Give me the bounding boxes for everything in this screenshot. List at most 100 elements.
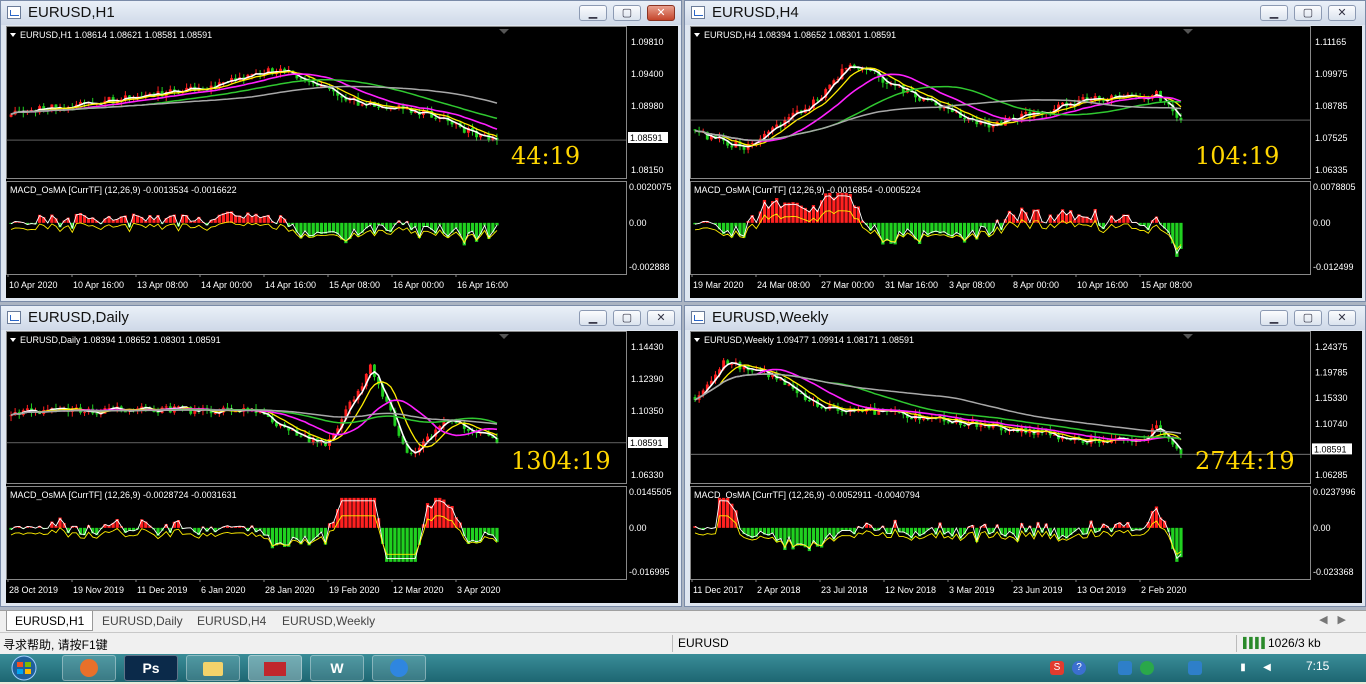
macd-indicator-label: MACD_OsMA [CurrTF] (12,26,9) -0.0028724 … (10, 490, 237, 500)
ma-magenta-line (11, 74, 497, 129)
macd-histogram-bar (840, 193, 843, 223)
maximize-icon[interactable]: ▢ (1294, 310, 1322, 326)
candle-body (751, 143, 754, 144)
status-help: 寻求帮助, 请按F1键 (3, 636, 108, 653)
candle-body (816, 100, 819, 101)
time-axis-label: 16 Apr 16:00 (457, 280, 508, 290)
tray-sogou-icon[interactable]: S (1050, 661, 1064, 675)
chart-area[interactable]: EURUSD,Daily 1.08394 1.08652 1.08301 1.0… (6, 331, 678, 603)
candle-body (226, 408, 229, 409)
start-orb-icon[interactable] (4, 654, 44, 682)
close-icon[interactable]: ✕ (647, 5, 675, 21)
triangle-down-icon (10, 338, 16, 342)
time-axis-label: 27 Mar 00:00 (821, 280, 874, 290)
chart-area[interactable]: EURUSD,H4 1.08394 1.08652 1.08301 1.0859… (690, 26, 1362, 298)
candle-body (1024, 112, 1027, 114)
price-axis-label: 1.06335 (1315, 165, 1348, 175)
time-axis-label: 19 Mar 2020 (693, 280, 744, 290)
minimize-icon[interactable]: ▁ (579, 310, 607, 326)
macd-histogram-bar (779, 528, 782, 540)
macd-histogram-bar (804, 528, 807, 547)
window-titlebar[interactable]: EURUSD,Daily ▁ ▢ ✕ (1, 306, 681, 330)
minimize-icon[interactable]: ▁ (1260, 310, 1288, 326)
macd-histogram-bar (885, 223, 888, 241)
price-axis-label: 1.14430 (631, 342, 664, 352)
candle-body (300, 78, 303, 79)
maximize-icon[interactable]: ▢ (613, 5, 641, 21)
close-icon[interactable]: ✕ (1328, 5, 1356, 21)
chart-window-h1[interactable]: EURUSD,H1 ▁ ▢ ✕ EURUSD,H1 1.08614 1.0862… (0, 0, 682, 302)
macd-histogram-bar (495, 223, 498, 226)
chart-area[interactable]: EURUSD,Weekly 1.09477 1.09914 1.08171 1.… (690, 331, 1362, 603)
macd-histogram-bar (410, 528, 413, 562)
time-axis-label: 15 Apr 08:00 (1141, 280, 1192, 290)
time-axis-label: 10 Apr 16:00 (73, 280, 124, 290)
time-axis-label: 12 Mar 2020 (393, 585, 444, 595)
window-titlebar[interactable]: EURUSD,H4 ▁ ▢ ✕ (685, 1, 1365, 25)
tab-eurusd-weekly[interactable]: EURUSD,Weekly (274, 611, 383, 631)
candle-body (83, 412, 86, 413)
minimize-icon[interactable]: ▁ (1260, 5, 1288, 21)
chart-area[interactable]: EURUSD,H1 1.08614 1.08621 1.08581 1.0859… (6, 26, 678, 298)
tray-help-icon[interactable]: ? (1072, 661, 1086, 675)
tray-volume-icon[interactable]: ◀ (1260, 661, 1274, 675)
chart-window-weekly[interactable]: EURUSD,Weekly ▁ ▢ ✕ EURUSD,Weekly 1.0947… (684, 305, 1366, 607)
price-axis-label: 1.09810 (631, 37, 664, 47)
pane-grab-marker (499, 29, 509, 34)
macd-histogram-bar (471, 223, 474, 232)
taskbar-app-folder-icon[interactable] (186, 655, 240, 681)
taskbar-app-wps[interactable]: W (310, 655, 364, 681)
tab-scroll-right[interactable]: ▶ (1338, 614, 1356, 626)
macd-histogram-bar (812, 528, 815, 542)
macd-histogram-bar (389, 528, 392, 562)
candle-body (947, 421, 950, 422)
price-axis-label: 1.09400 (631, 69, 664, 79)
tab-scroll-left[interactable]: ◀ (1319, 614, 1337, 626)
candle-body (788, 385, 791, 386)
time-axis-label: 12 Nov 2018 (885, 585, 936, 595)
symbol-info-label: EURUSD,H4 1.08394 1.08652 1.08301 1.0859… (704, 30, 896, 40)
chart-window-h4[interactable]: EURUSD,H4 ▁ ▢ ✕ EURUSD,H4 1.08394 1.0865… (684, 0, 1366, 302)
tray-signal-icon[interactable]: ▮ (1236, 661, 1250, 675)
macd-histogram-bar (275, 528, 278, 546)
macd-axis-label: 0.00 (629, 523, 647, 533)
time-axis-label: 19 Nov 2019 (73, 585, 124, 595)
taskbar-app-firefox-icon[interactable] (62, 655, 116, 681)
tray-network-icon[interactable] (1118, 661, 1132, 675)
time-axis-label: 19 Feb 2020 (329, 585, 380, 595)
time-axis-label: 3 Apr 2020 (457, 585, 501, 595)
tab-eurusd-h1[interactable]: EURUSD,H1 (6, 611, 93, 631)
close-icon[interactable]: ✕ (1328, 310, 1356, 326)
candle-body (1061, 103, 1064, 105)
macd-axis-label: 0.0020075 (629, 182, 672, 192)
tray-wechat-icon[interactable] (1140, 661, 1154, 675)
close-icon[interactable]: ✕ (647, 310, 675, 326)
window-titlebar[interactable]: EURUSD,Weekly ▁ ▢ ✕ (685, 306, 1365, 330)
tab-eurusd-daily[interactable]: EURUSD,Daily (94, 611, 191, 631)
maximize-icon[interactable]: ▢ (613, 310, 641, 326)
minimize-icon[interactable]: ▁ (579, 5, 607, 21)
price-axis-label: 1.15330 (1315, 393, 1348, 403)
taskbar-app-editor-icon[interactable] (372, 655, 426, 681)
ma-green-line (695, 374, 1181, 439)
candle-body (95, 413, 98, 414)
macd-line (695, 196, 1181, 254)
price-axis-label: 1.09975 (1315, 69, 1348, 79)
window-titlebar[interactable]: EURUSD,H1 ▁ ▢ ✕ (1, 1, 681, 25)
window-title: EURUSD,H4 (712, 4, 799, 21)
chart-window-daily[interactable]: EURUSD,Daily ▁ ▢ ✕ EURUSD,Daily 1.08394 … (0, 305, 682, 607)
macd-histogram-bar (316, 223, 319, 233)
macd-axis-label: -0.016995 (629, 567, 670, 577)
macd-histogram-bar (401, 528, 404, 562)
time-axis-label: 28 Oct 2019 (9, 585, 58, 595)
candle-body (992, 126, 995, 128)
tray-security-icon[interactable] (1188, 661, 1202, 675)
tab-scroll-arrows[interactable]: ◀▶ (1319, 613, 1356, 626)
maximize-icon[interactable]: ▢ (1294, 5, 1322, 21)
tab-eurusd-h4[interactable]: EURUSD,H4 (189, 611, 274, 631)
macd-histogram-bar (352, 498, 355, 528)
taskbar-app-metatrader-icon[interactable] (248, 655, 302, 681)
candle-body (979, 425, 982, 427)
taskbar-app-photoshop[interactable]: Ps (124, 655, 178, 681)
candle-body (434, 118, 437, 119)
